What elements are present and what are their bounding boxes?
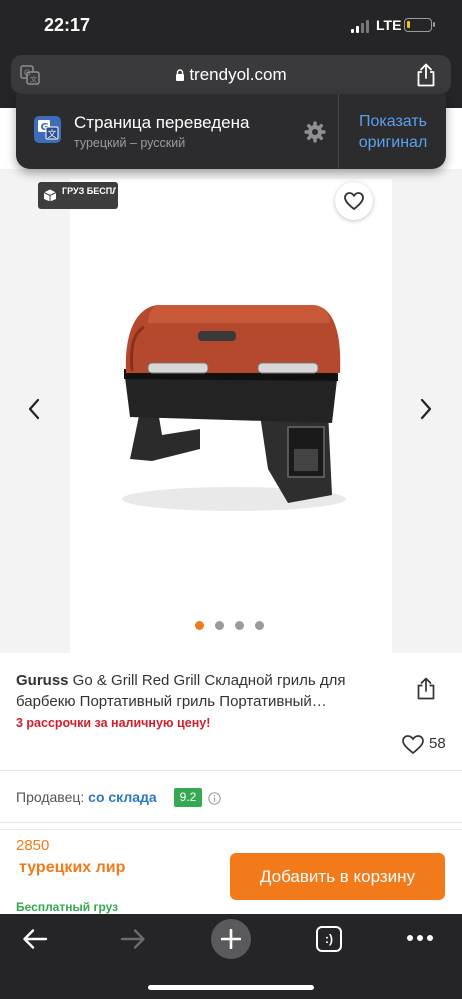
- installment-note: 3 рассрочки за наличную цену!: [16, 716, 211, 730]
- more-icon[interactable]: [406, 934, 434, 942]
- gallery-pagination[interactable]: [195, 621, 275, 631]
- svg-text:文: 文: [48, 128, 57, 140]
- status-time: 22:17: [44, 15, 91, 35]
- gear-icon[interactable]: [304, 121, 326, 143]
- pagination-dot[interactable]: [235, 621, 244, 630]
- arrow-left-icon[interactable]: [22, 928, 48, 950]
- chevron-left-icon[interactable]: [26, 398, 42, 420]
- currency: турецких лир: [19, 859, 126, 876]
- arrow-right-icon[interactable]: [120, 928, 146, 950]
- translation-title: Страница переведена: [74, 113, 250, 132]
- seller-score-badge: 9.2: [174, 788, 202, 807]
- product-gallery[interactable]: ГРУЗ БЕСПЛАТН: [0, 169, 462, 653]
- likes-count: 58: [429, 735, 446, 752]
- divider: [0, 770, 462, 771]
- url-text: trendyol.com: [189, 65, 287, 84]
- heart-icon: [402, 735, 424, 754]
- show-original-button[interactable]: Показать оригинал: [340, 111, 446, 153]
- share-icon[interactable]: [416, 677, 436, 700]
- browser-toolbar: :): [0, 914, 462, 999]
- translation-languages: турецкий – русский: [74, 136, 186, 150]
- add-to-cart-button[interactable]: Добавить в корзину: [230, 853, 445, 900]
- pagination-dot[interactable]: [195, 621, 204, 630]
- plus-icon: [221, 929, 241, 949]
- signal-icon: [351, 20, 371, 33]
- product-title: Guruss Go & Grill Red Grill Складной гри…: [16, 670, 396, 712]
- browser-top-bar: 22:17 LTE G 文 trendyol.com: [0, 0, 462, 108]
- box-icon: [43, 189, 57, 202]
- free-shipping-label: Бесплатный груз: [16, 900, 119, 914]
- price: 2850: [16, 837, 50, 854]
- translation-banner: G 文 Страница переведена турецкий – русск…: [16, 94, 446, 169]
- favorite-button[interactable]: [335, 182, 373, 220]
- pagination-dot[interactable]: [215, 621, 224, 630]
- tabs-icon[interactable]: :): [316, 926, 342, 952]
- battery-icon: [404, 18, 435, 32]
- free-shipping-badge: ГРУЗ БЕСПЛАТН: [38, 182, 118, 209]
- network-type: LTE: [376, 17, 402, 33]
- badge-text: ГРУЗ БЕСПЛАТН: [62, 186, 116, 196]
- chevron-right-icon[interactable]: [418, 398, 434, 420]
- lock-icon: [176, 69, 185, 81]
- product-brand[interactable]: Guruss: [16, 672, 69, 689]
- seller-label: Продавец:: [16, 789, 89, 805]
- url[interactable]: trendyol.com: [11, 65, 451, 85]
- translate-icon: G 文: [34, 116, 61, 143]
- new-tab-button[interactable]: [211, 919, 251, 959]
- seller-name[interactable]: со склада: [88, 789, 157, 805]
- product-image[interactable]: [70, 179, 392, 653]
- page: 22:17 LTE G 文 trendyol.com ГРУЗ БЕСПЛ G …: [0, 0, 462, 999]
- divider: [0, 822, 462, 823]
- home-indicator: [148, 985, 314, 990]
- seller-line: Продавец: со склада: [16, 789, 157, 805]
- info-icon[interactable]: [208, 792, 221, 805]
- grill-photo: [122, 305, 346, 511]
- address-bar[interactable]: G 文 trendyol.com: [11, 55, 451, 94]
- share-icon[interactable]: [415, 63, 437, 87]
- battery-level: [407, 21, 410, 28]
- pagination-dot[interactable]: [255, 621, 264, 630]
- buy-bar: 2850 турецких лир Бесплатный груз Добави…: [0, 829, 462, 914]
- banner-divider: [338, 94, 339, 169]
- heart-icon: [344, 192, 364, 210]
